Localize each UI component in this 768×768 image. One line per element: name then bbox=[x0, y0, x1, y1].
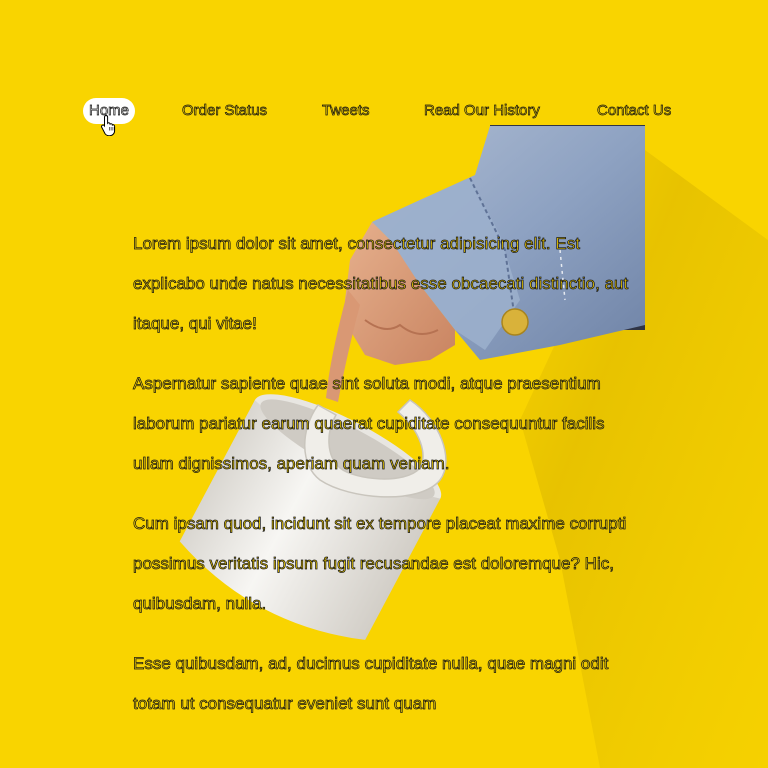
paragraph: Lorem ipsum dolor sit amet, consectetur … bbox=[133, 234, 629, 334]
nav-read-our-history-link[interactable]: Read Our History bbox=[424, 98, 541, 124]
paragraph: Esse quibusdam, ad, ducimus cupiditate n… bbox=[133, 654, 609, 714]
nav-order-status-link[interactable]: Order Status bbox=[182, 98, 268, 124]
paragraph: Aspernatur sapiente quae sint soluta mod… bbox=[133, 374, 605, 474]
hand-pointer-icon bbox=[101, 114, 116, 136]
paragraph: Cum ipsam quod, incidunt sit ex tempore … bbox=[133, 514, 627, 614]
nav-contact-us-link[interactable]: Contact Us bbox=[597, 98, 672, 124]
nav-tweets-link[interactable]: Tweets bbox=[322, 98, 370, 124]
article-body: Lorem ipsum dolor sit amet, consectetur … bbox=[133, 224, 643, 744]
